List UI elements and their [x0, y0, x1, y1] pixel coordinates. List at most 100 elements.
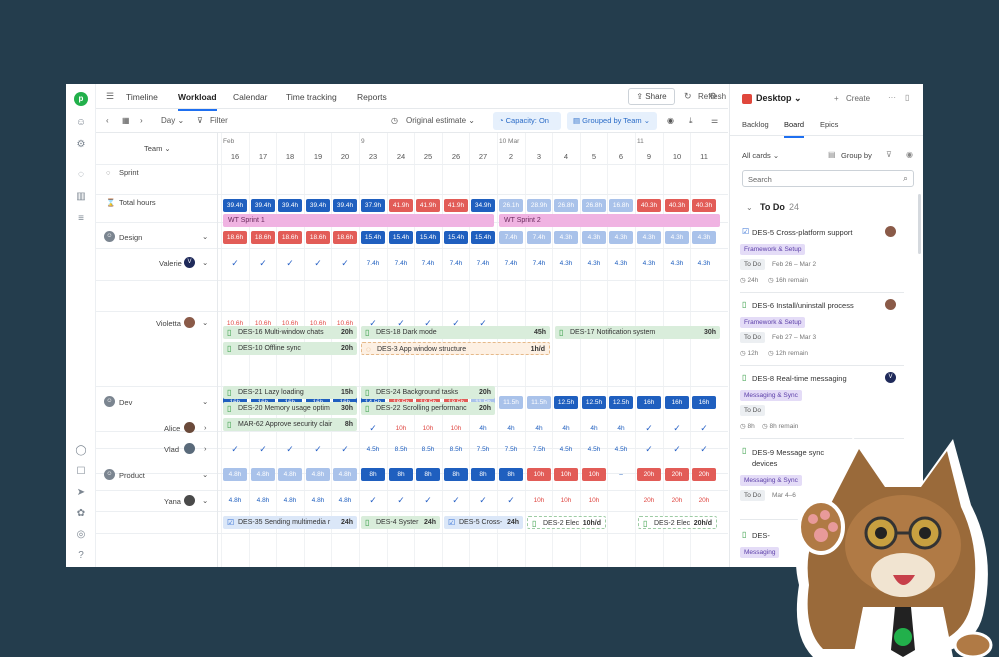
team-hours-cell[interactable]: 41.9h	[389, 199, 413, 212]
member-violetta[interactable]: Violetta	[156, 319, 181, 328]
capacity-toggle[interactable]: ◔ Capacity: On	[493, 112, 561, 130]
tab-time-tracking[interactable]: Time tracking	[286, 92, 337, 102]
sprint-bar-1[interactable]: WT Sprint 1	[223, 214, 494, 227]
member-hours-cell[interactable]: 4.5h	[609, 443, 633, 456]
member-hours-cell[interactable]: 4.8h	[223, 494, 247, 507]
team-hours-cell[interactable]: 4.8h	[278, 468, 302, 481]
team-icon[interactable]: ☺	[75, 117, 87, 129]
team-hours-cell[interactable]: 40.3h	[665, 199, 689, 212]
member-hours-cell[interactable]: ✓	[361, 422, 385, 435]
member-hours-cell[interactable]: 10h	[582, 494, 606, 507]
team-hours-cell[interactable]: –	[609, 468, 633, 481]
team-hours-cell[interactable]: 10h	[527, 468, 551, 481]
filter-icon[interactable]: ⊽	[886, 150, 892, 159]
member-hours-cell[interactable]: ✓	[251, 443, 275, 456]
group-by-select[interactable]: ▤ Grouped by Team ⌄	[567, 112, 657, 130]
member-hours-cell[interactable]: ✓	[361, 494, 385, 507]
card-des-5[interactable]: ☑ DES-5 Cross-platform support Framework…	[740, 221, 904, 293]
member-yana[interactable]: Yana	[164, 497, 181, 506]
chevron-left-icon[interactable]: ‹	[106, 116, 109, 125]
contacts-icon[interactable]: ☐	[75, 466, 87, 478]
member-hours-cell[interactable]: 4.3h	[554, 257, 578, 270]
settings-icon[interactable]: ⚙	[75, 139, 87, 151]
filter-icon[interactable]: ⊽	[197, 116, 203, 125]
member-vlad[interactable]: Vlad	[164, 445, 179, 454]
team-hours-cell[interactable]: 26.8h	[554, 199, 578, 212]
team-product[interactable]: Product	[119, 471, 145, 480]
refresh-icon[interactable]: ↻	[684, 91, 692, 102]
messages-icon[interactable]: ◎	[75, 529, 87, 541]
team-hours-cell[interactable]: 8h	[471, 468, 495, 481]
member-hours-cell[interactable]: 10h	[389, 422, 413, 435]
task-bar[interactable]: ▯ DES-24 Background tasks 20h	[361, 386, 495, 399]
team-hours-cell[interactable]: 16h	[692, 396, 716, 409]
task-bar[interactable]: ▯ DES-4 Syster 24h	[361, 516, 440, 529]
team-hours-cell[interactable]: 4.8h	[223, 468, 247, 481]
share-button[interactable]: ⇪ Share	[628, 88, 675, 105]
member-hours-cell[interactable]: ✓	[637, 422, 661, 435]
team-hours-cell[interactable]: 15.4h	[361, 231, 385, 244]
chevron-down-icon[interactable]: ⌄	[202, 258, 208, 267]
task-bar[interactable]: ▯ DES-16 Multi-window chats 20h	[223, 326, 357, 339]
team-dev[interactable]: Dev	[119, 398, 132, 407]
member-hours-cell[interactable]: 8.5h	[444, 443, 468, 456]
team-hours-cell[interactable]: 16h	[665, 396, 689, 409]
team-hours-cell[interactable]: 39.4h	[278, 199, 302, 212]
tab-timeline[interactable]: Timeline	[126, 92, 158, 102]
team-hours-cell[interactable]: 8h	[361, 468, 385, 481]
team-hours-cell[interactable]: 18.6h	[278, 231, 302, 244]
team-hours-cell[interactable]: 20h	[637, 468, 661, 481]
team-hours-cell[interactable]: 41.9h	[444, 199, 468, 212]
sliders-icon[interactable]: ⚌	[711, 116, 718, 125]
member-hours-cell[interactable]: ✓	[665, 422, 689, 435]
member-hours-cell[interactable]: 10h	[444, 422, 468, 435]
member-hours-cell[interactable]: 7.4h	[416, 257, 440, 270]
member-hours-cell[interactable]: ✓	[444, 494, 468, 507]
chevron-right-icon[interactable]: ›	[204, 423, 207, 432]
member-hours-cell[interactable]: ✓	[692, 422, 716, 435]
help-icon[interactable]: ?	[75, 550, 87, 562]
task-bar[interactable]: ◌ DES-3 App window structure 1h/d	[361, 342, 550, 355]
member-hours-cell[interactable]: ✓	[416, 494, 440, 507]
member-hours-cell[interactable]: 20h	[637, 494, 661, 507]
team-hours-cell[interactable]: 12.5h	[582, 396, 606, 409]
member-hours-cell[interactable]: 7.5h	[527, 443, 551, 456]
member-hours-cell[interactable]: ✓	[306, 443, 330, 456]
task-bar[interactable]: ▯ DES-21 Lazy loading 15h	[223, 386, 357, 399]
all-cards-select[interactable]: All cards ⌄	[742, 151, 779, 160]
team-hours-cell[interactable]: 18.6h	[251, 231, 275, 244]
team-hours-cell[interactable]: 7.4h	[527, 231, 551, 244]
chevron-down-icon[interactable]: ⌄	[202, 496, 208, 505]
member-hours-cell[interactable]: 4h	[609, 422, 633, 435]
member-hours-cell[interactable]: 10h	[554, 494, 578, 507]
member-hours-cell[interactable]: ✓	[499, 494, 523, 507]
team-hours-cell[interactable]: 15.4h	[389, 231, 413, 244]
team-hours-cell[interactable]: 18.6h	[223, 231, 247, 244]
chat-icon[interactable]: ◯	[75, 445, 87, 457]
team-hours-cell[interactable]: 4.3h	[609, 231, 633, 244]
more-icon[interactable]: ···	[888, 93, 896, 102]
member-hours-cell[interactable]: 4h	[582, 422, 606, 435]
team-hours-cell[interactable]: 12.5h	[609, 396, 633, 409]
tab-epics[interactable]: Epics	[820, 120, 838, 129]
member-hours-cell[interactable]: 7.4h	[499, 257, 523, 270]
team-hours-cell[interactable]: 4.8h	[306, 468, 330, 481]
team-hours-cell[interactable]: 4.3h	[554, 231, 578, 244]
search-input[interactable]: Search ⌕	[742, 170, 914, 187]
member-hours-cell[interactable]: 7.4h	[527, 257, 551, 270]
team-hours-cell[interactable]: 4.8h	[251, 468, 275, 481]
send-icon[interactable]: ➤	[75, 487, 87, 499]
member-hours-cell[interactable]: 7.4h	[361, 257, 385, 270]
team-hours-cell[interactable]: 11.5h	[499, 396, 523, 409]
member-hours-cell[interactable]: 4.3h	[609, 257, 633, 270]
task-bar[interactable]: ▯ DES-17 Notification system 30h	[555, 326, 720, 339]
estimate-select[interactable]: Original estimate ⌄	[406, 116, 475, 125]
member-hours-cell[interactable]: 4.8h	[278, 494, 302, 507]
member-hours-cell[interactable]: 4.8h	[333, 494, 357, 507]
team-header[interactable]: Team ⌄	[144, 144, 171, 153]
member-hours-cell[interactable]: ✓	[306, 257, 330, 270]
member-hours-cell[interactable]: 8.5h	[389, 443, 413, 456]
member-hours-cell[interactable]: ✓	[637, 443, 661, 456]
chevron-down-icon[interactable]: ⌄	[202, 232, 208, 241]
team-hours-cell[interactable]: 15.4h	[444, 231, 468, 244]
